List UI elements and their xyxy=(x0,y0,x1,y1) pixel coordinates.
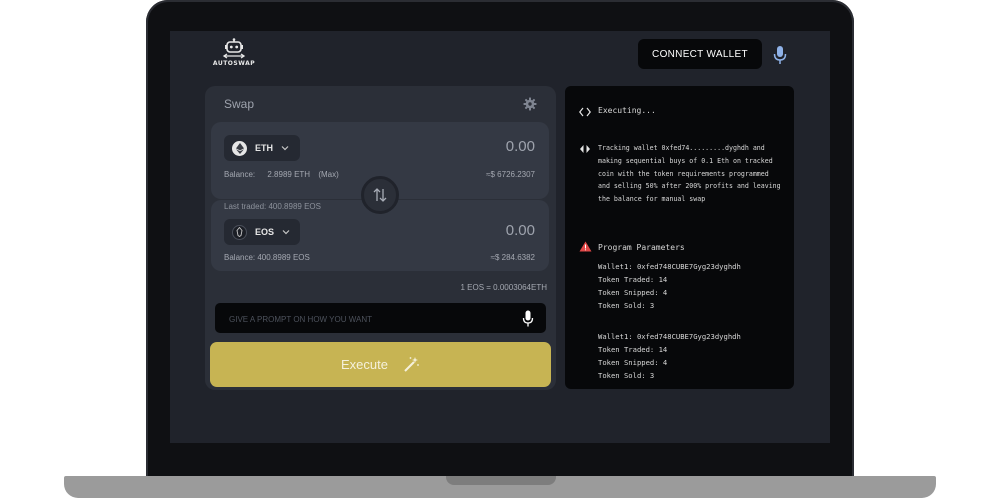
from-balance: Balance: 2.8989 ETH (Max) xyxy=(224,170,339,179)
prompt-field[interactable] xyxy=(215,303,546,335)
eos-icon xyxy=(232,224,247,240)
last-traded-text: Last traded: 400.8989 EOS xyxy=(224,202,321,211)
to-token-name: EOS xyxy=(255,227,275,237)
to-balance: Balance: 400.8989 EOS xyxy=(224,253,310,262)
execution-status: Executing... xyxy=(598,106,656,115)
from-usd-value: ≈$ 6726.2307 xyxy=(486,170,535,179)
chevron-down-icon xyxy=(282,230,290,235)
code-icon xyxy=(579,107,591,117)
to-usd-value: ≈$ 284.6382 xyxy=(490,253,535,262)
param-token-snipped: Token Snipped: 4 xyxy=(598,358,668,367)
ethereum-icon xyxy=(232,140,247,156)
execution-message: Tracking wallet 0xfed74.........dyghdh a… xyxy=(598,144,781,204)
exchange-rate: 1 EOS = 0.0003064ETH xyxy=(460,283,548,292)
execute-label: Execute xyxy=(341,357,388,372)
magic-wand-icon xyxy=(404,356,419,372)
connect-wallet-button[interactable]: CONNECT WALLET xyxy=(638,39,762,69)
microphone-icon[interactable] xyxy=(522,310,534,327)
chevron-down-icon xyxy=(281,146,289,151)
param-token-snipped: Token Snipped: 4 xyxy=(598,288,668,297)
program-parameters-title: Program Parameters xyxy=(598,243,685,252)
swap-panel: Swap ETH 0.00 Balance: 2.8989 ETH (Max) … xyxy=(205,86,556,390)
logo-text: AUTOSWAP xyxy=(212,60,256,67)
swap-arrows-icon xyxy=(373,188,387,202)
from-balance-value: 2.8989 ETH xyxy=(267,170,311,179)
param-wallet: Wallet1: 0xfed748CUBE7Gyg23dyghdh xyxy=(598,262,741,271)
param-token-sold: Token Sold: 3 xyxy=(598,301,655,310)
from-amount[interactable]: 0.00 xyxy=(506,138,535,155)
swap-title: Swap xyxy=(224,97,255,111)
param-token-sold: Token Sold: 3 xyxy=(598,371,655,380)
gear-icon[interactable] xyxy=(523,97,537,111)
param-token-traded: Token Traded: 14 xyxy=(598,275,668,284)
param-token-traded: Token Traded: 14 xyxy=(598,345,668,354)
app-screen: AUTOSWAP CONNECT WALLET Swap ETH 0.00 Ba… xyxy=(170,31,830,443)
laptop-notch xyxy=(446,476,556,485)
code-icon xyxy=(580,145,590,153)
to-token-selector[interactable]: EOS xyxy=(224,219,300,245)
warning-icon xyxy=(579,241,592,252)
robot-logo-icon xyxy=(222,38,246,59)
app-logo[interactable]: AUTOSWAP xyxy=(212,38,256,72)
max-button[interactable]: (Max) xyxy=(318,170,338,179)
to-amount[interactable]: 0.00 xyxy=(506,222,535,239)
microphone-icon[interactable] xyxy=(772,45,788,65)
execute-button[interactable]: Execute xyxy=(210,342,551,387)
swap-direction-button[interactable] xyxy=(361,176,399,214)
from-token-selector[interactable]: ETH xyxy=(224,135,300,161)
from-balance-label: Balance: xyxy=(224,170,256,179)
execution-console: Executing... Tracking wallet 0xfed74....… xyxy=(565,86,794,389)
param-wallet: Wallet1: 0xfed748CUBE7Gyg23dyghdh xyxy=(598,332,741,341)
from-token-name: ETH xyxy=(255,143,273,153)
prompt-input[interactable] xyxy=(227,303,511,335)
